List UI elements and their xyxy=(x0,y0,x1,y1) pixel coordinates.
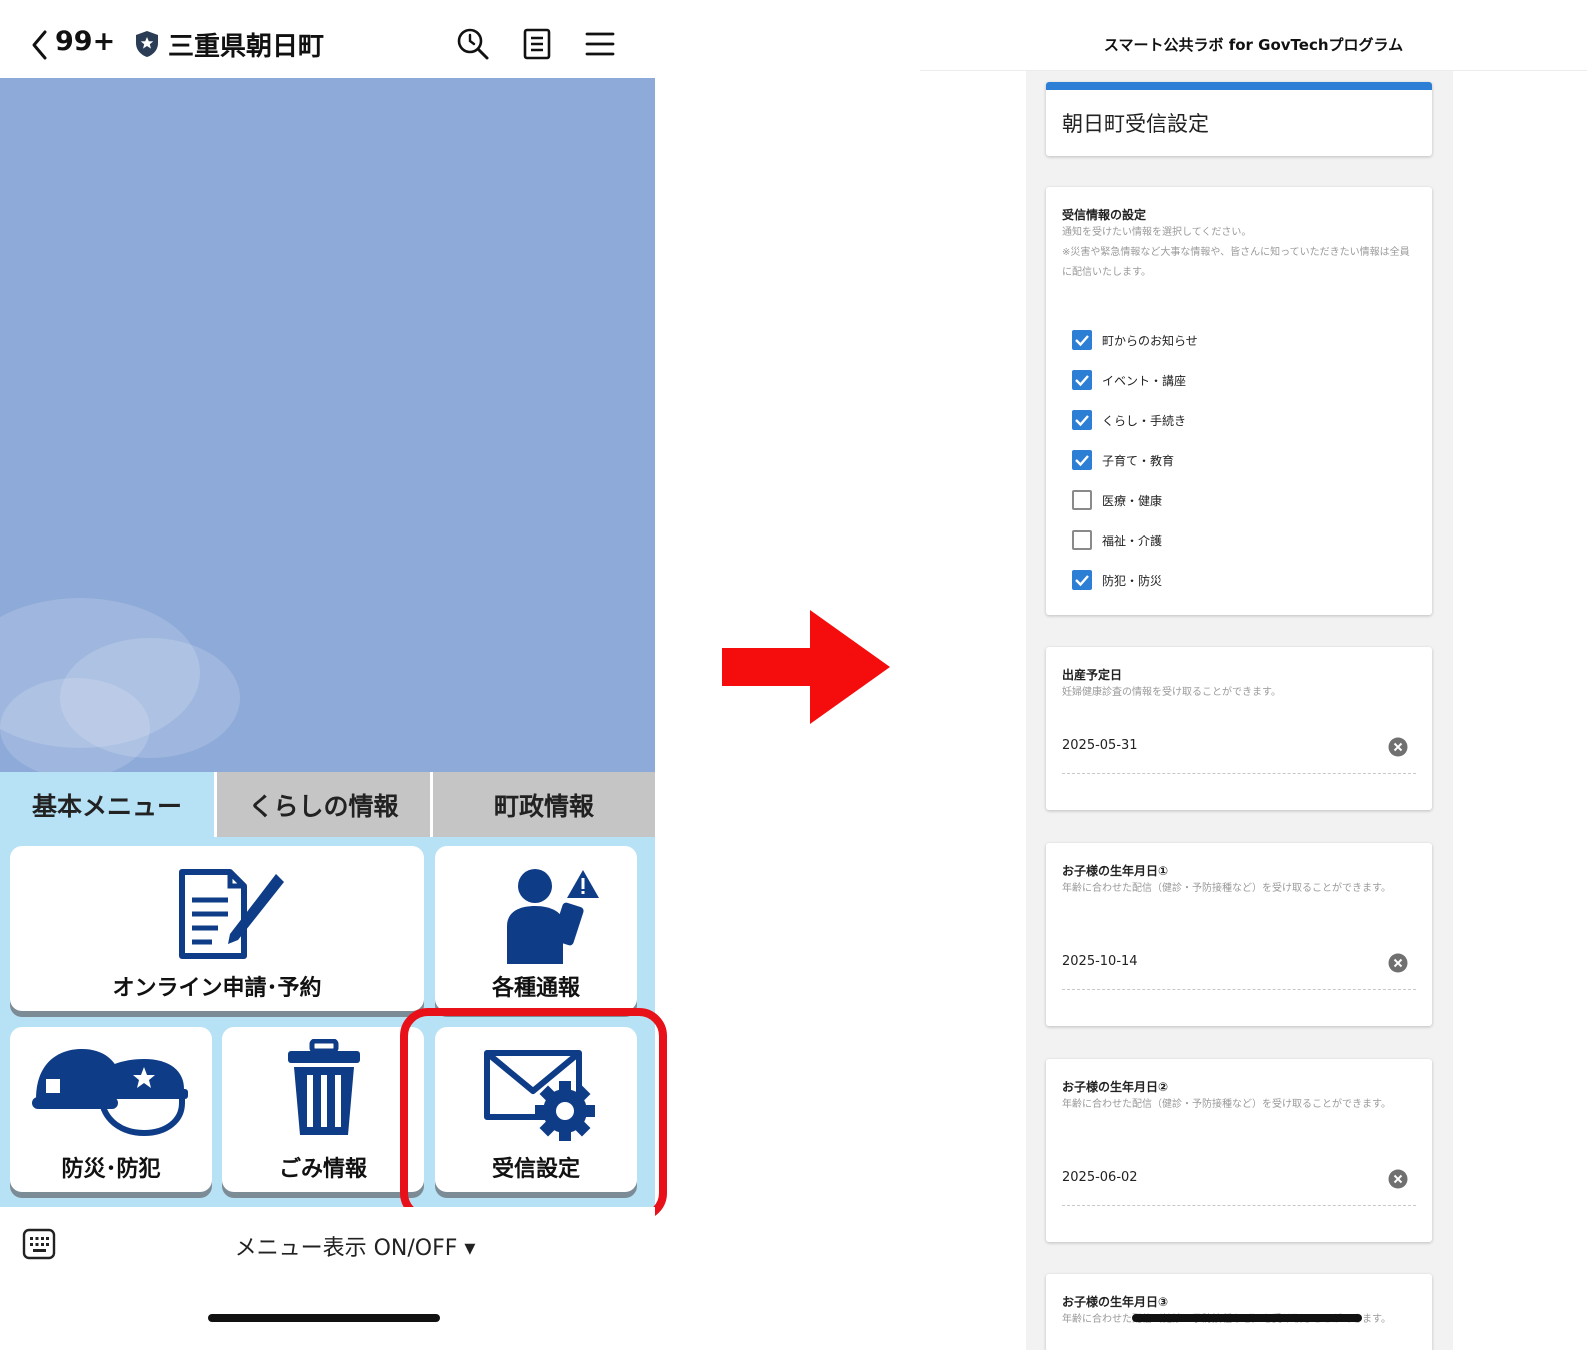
menu-toggle[interactable]: メニュー表示 ON/OFF ▾ xyxy=(0,1230,710,1262)
input-underline xyxy=(1062,1205,1416,1206)
checkbox-checked-icon[interactable] xyxy=(1072,450,1092,470)
left-phone-screen: 99+ 三重県朝日町 基本メニュー くらしの情報 町政情報 オンライン申請･予約… xyxy=(0,0,667,1350)
clear-icon[interactable] xyxy=(1388,1169,1408,1189)
online-application-label: オンライン申請･予約 xyxy=(112,976,322,1001)
due-date-desc: 妊婦健康診査の情報を受け取ることができます。 xyxy=(1062,687,1281,698)
option-label: 福祉・介護 xyxy=(1102,534,1163,548)
home-indicator xyxy=(1132,1314,1362,1322)
arrow-right-icon xyxy=(722,610,890,724)
bottom-bar xyxy=(0,1207,655,1350)
menu-tabs: 基本メニュー くらしの情報 町政情報 xyxy=(0,772,655,837)
option-label: 防犯・防災 xyxy=(1102,574,1163,588)
disaster-prevention-button[interactable]: 防災･防犯 xyxy=(10,1027,212,1192)
checkbox-checked-icon[interactable] xyxy=(1072,410,1092,430)
child-birthday-2-desc: 年齢に合わせた配信（健診・予防接種など）を受け取ることができます。 xyxy=(1062,1099,1391,1110)
page-title: 朝日町受信設定 xyxy=(1062,112,1209,136)
garbage-info-button[interactable]: ごみ情報 xyxy=(222,1027,424,1192)
checkbox-checked-icon[interactable] xyxy=(1072,570,1092,590)
due-date-title: 出産予定日 xyxy=(1062,668,1123,682)
unread-count[interactable]: 99+ xyxy=(55,26,115,57)
hamburger-icon[interactable] xyxy=(582,26,618,62)
person-alert-icon xyxy=(507,869,599,964)
checkbox-checked-icon[interactable] xyxy=(1072,330,1092,350)
checkbox-unchecked-icon[interactable] xyxy=(1072,530,1092,550)
highlight-frame xyxy=(400,1008,667,1221)
chat-header: 99+ 三重県朝日町 xyxy=(0,0,655,78)
input-underline xyxy=(1062,989,1416,990)
right-phone-screen: スマート公共ラボ for GovTechプログラム 朝日町受信設定 受信情報の設… xyxy=(920,0,1587,1350)
notebook-icon[interactable] xyxy=(519,26,555,62)
title-card: 朝日町受信設定 xyxy=(1046,82,1432,156)
report-button[interactable]: 各種通報 xyxy=(435,846,637,1011)
title-card-accent xyxy=(1046,82,1432,90)
tab-living-info[interactable]: くらしの情報 xyxy=(217,772,430,837)
disaster-prevention-label: 防災･防犯 xyxy=(61,1157,161,1182)
child-birthday-3-title: お子様の生年月日③ xyxy=(1062,1295,1169,1309)
checkbox-unchecked-icon[interactable] xyxy=(1072,490,1092,510)
due-date-input[interactable]: 2025-05-31 xyxy=(1062,738,1138,753)
child-birthday-1-card: お子様の生年月日① 年齢に合わせた配信（健診・予防接種など）を受け取ることができ… xyxy=(1046,843,1432,1026)
clear-icon[interactable] xyxy=(1388,953,1408,973)
rich-menu-banner xyxy=(0,78,655,772)
receive-info-card: 受信情報の設定 通知を受けたい情報を選択してください。 ※災害や緊急情報など大事… xyxy=(1046,187,1432,615)
tab-town-info[interactable]: 町政情報 xyxy=(433,772,655,837)
clear-icon[interactable] xyxy=(1388,737,1408,757)
receive-info-note: ※災害や緊急情報など大事な情報や、皆さんに知っていただきたい情報は全員に配信いた… xyxy=(1062,247,1410,278)
page-header-title: スマート公共ラボ for GovTechプログラム xyxy=(1103,36,1404,54)
trash-icon xyxy=(288,1039,360,1135)
online-application-button[interactable]: オンライン申請･予約 xyxy=(10,846,424,1011)
option-label: くらし・手続き xyxy=(1102,414,1187,428)
child-birthday-3-card: お子様の生年月日③ 年齢に合わせた配信（健診・予防接種など）を受け取ることができ… xyxy=(1046,1274,1432,1350)
account-name: 三重県朝日町 xyxy=(168,32,325,62)
search-clock-icon[interactable] xyxy=(455,26,491,62)
home-indicator xyxy=(208,1314,440,1322)
garbage-info-label: ごみ情報 xyxy=(278,1157,367,1182)
settings-content: 朝日町受信設定 受信情報の設定 通知を受けたい情報を選択してください。 ※災害や… xyxy=(1026,71,1453,1350)
child-birthday-1-title: お子様の生年月日① xyxy=(1062,864,1169,878)
option-label: イベント・講座 xyxy=(1102,374,1187,388)
child-birthday-2-title: お子様の生年月日② xyxy=(1062,1080,1169,1094)
child-birthday-1-input[interactable]: 2025-10-14 xyxy=(1062,954,1138,969)
child-birthday-1-desc: 年齢に合わせた配信（健診・予防接種など）を受け取ることができます。 xyxy=(1062,883,1391,894)
receive-info-title: 受信情報の設定 xyxy=(1062,208,1147,222)
tab-basic-menu[interactable]: 基本メニュー xyxy=(0,772,214,837)
checkbox-checked-icon[interactable] xyxy=(1072,370,1092,390)
application-form-icon xyxy=(179,869,284,959)
report-label: 各種通報 xyxy=(491,976,580,1001)
input-underline xyxy=(1062,773,1416,774)
child-birthday-2-input[interactable]: 2025-06-02 xyxy=(1062,1170,1138,1185)
receive-info-desc: 通知を受けたい情報を選択してください。 ※災害や緊急情報など大事な情報や、皆さん… xyxy=(1062,223,1418,283)
option-label: 子育て・教育 xyxy=(1102,454,1175,468)
receive-info-desc-line: 通知を受けたい情報を選択してください。 xyxy=(1062,227,1252,238)
shield-star-icon xyxy=(136,31,158,57)
child-birthday-2-card: お子様の生年月日② 年齢に合わせた配信（健診・予防接種など）を受け取ることができ… xyxy=(1046,1059,1432,1242)
option-label: 医療・健康 xyxy=(1102,494,1163,508)
helmets-icon xyxy=(32,1049,188,1137)
due-date-card: 出産予定日 妊婦健康診査の情報を受け取ることができます。 2025-05-31 xyxy=(1046,647,1432,810)
option-label: 町からのお知らせ xyxy=(1102,334,1198,348)
